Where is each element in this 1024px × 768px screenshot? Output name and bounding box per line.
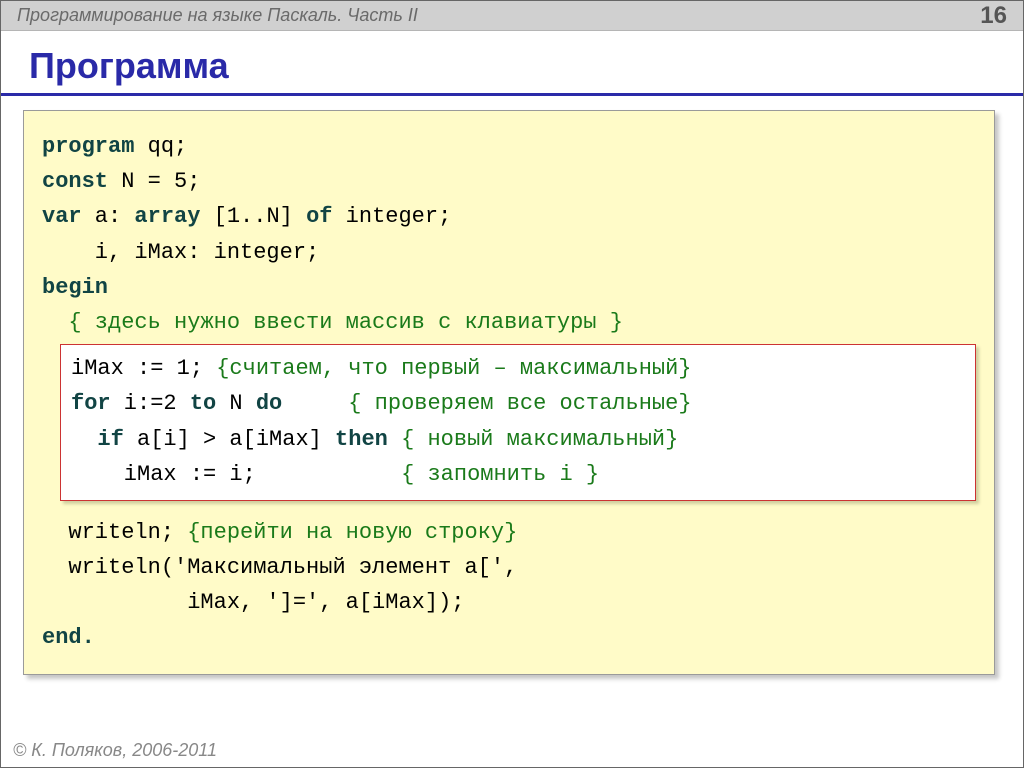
code-text: integer;: [332, 204, 451, 229]
code-text: writeln;: [42, 520, 187, 545]
code-text: qq;: [134, 134, 187, 159]
code-line: if a[i] > a[iMax] then { новый максималь…: [71, 422, 965, 457]
keyword: const: [42, 169, 108, 194]
slide: Программирование на языке Паскаль. Часть…: [0, 0, 1024, 768]
code-line: iMax, ']=', a[iMax]);: [42, 585, 976, 620]
code-line: writeln; {перейти на новую строку}: [42, 515, 976, 550]
footer-copyright: © К. Поляков, 2006-2011: [13, 740, 217, 761]
code-box: program qq; const N = 5; var a: array [1…: [23, 110, 995, 675]
code-line: begin: [42, 270, 976, 305]
code-line: { здесь нужно ввести массив с клавиатуры…: [42, 305, 976, 340]
code-area: program qq; const N = 5; var a: array [1…: [1, 96, 1023, 675]
code-line: program qq;: [42, 129, 976, 164]
page-number: 16: [980, 2, 1007, 30]
code-text: a:: [82, 204, 135, 229]
code-line: end.: [42, 620, 976, 655]
keyword: if: [97, 427, 123, 452]
code-text: iMax := 1;: [71, 356, 216, 381]
keyword: to: [190, 391, 216, 416]
indent: [71, 427, 97, 452]
code-text: iMax := i;: [71, 462, 401, 487]
keyword: do: [256, 391, 282, 416]
code-line: writeln('Максимальный элемент a[',: [42, 550, 976, 585]
code-line: iMax := i; { запомнить i }: [71, 457, 965, 492]
code-text: N = 5;: [108, 169, 200, 194]
code-line: iMax := 1; {считаем, что первый – максим…: [71, 351, 965, 386]
comment: { запомнить i }: [401, 462, 599, 487]
code-line: i, iMax: integer;: [42, 235, 976, 270]
comment: {считаем, что первый – максимальный}: [216, 356, 691, 381]
keyword: program: [42, 134, 134, 159]
slide-heading: Программа: [1, 31, 1023, 93]
code-text: [1..N]: [200, 204, 306, 229]
keyword: for: [71, 391, 111, 416]
keyword: then: [335, 427, 388, 452]
code-text: N: [216, 391, 256, 416]
code-text: [282, 391, 348, 416]
keyword: array: [134, 204, 200, 229]
highlight-box: iMax := 1; {считаем, что первый – максим…: [60, 344, 976, 501]
highlight-wrapper: iMax := 1; {считаем, что первый – максим…: [42, 340, 976, 515]
comment: {перейти на новую строку}: [187, 520, 517, 545]
comment: { проверяем все остальные}: [348, 391, 691, 416]
keyword: var: [42, 204, 82, 229]
slide-topic: Программирование на языке Паскаль. Часть…: [17, 5, 418, 26]
code-text: [388, 427, 401, 452]
top-bar: Программирование на языке Паскаль. Часть…: [1, 1, 1023, 31]
comment: { новый максимальный}: [401, 427, 678, 452]
code-text: a[i] > a[iMax]: [124, 427, 335, 452]
code-line: var a: array [1..N] of integer;: [42, 199, 976, 234]
code-line: for i:=2 to N do { проверяем все остальн…: [71, 386, 965, 421]
code-line: const N = 5;: [42, 164, 976, 199]
code-text: i:=2: [111, 391, 190, 416]
keyword: of: [306, 204, 332, 229]
comment: { здесь нужно ввести массив с клавиатуры…: [68, 310, 623, 335]
indent: [42, 310, 68, 335]
